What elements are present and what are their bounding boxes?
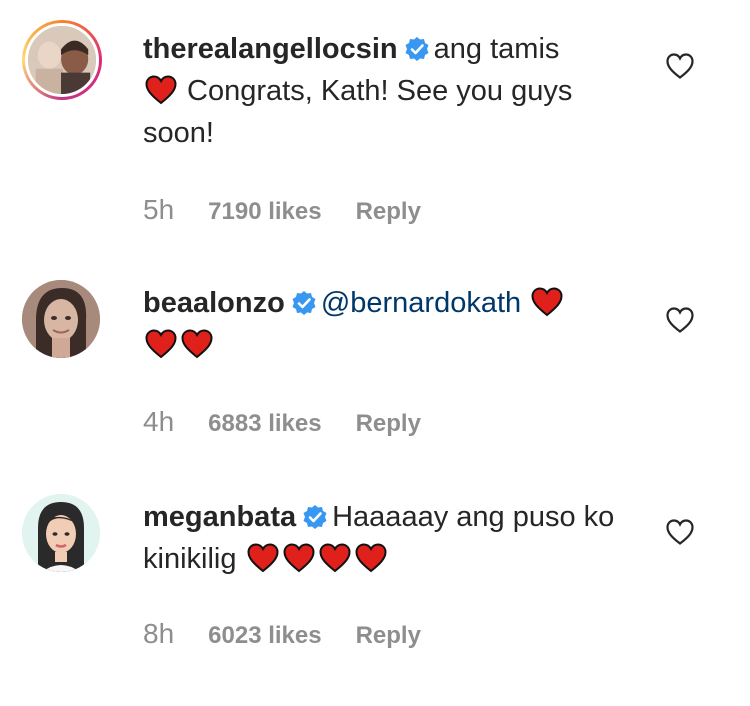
comment-age[interactable]: 8h — [143, 618, 174, 650]
comment-text: ang tamis — [433, 33, 560, 65]
reply-button[interactable]: Reply — [356, 410, 421, 438]
like-heart-icon[interactable] — [665, 52, 695, 80]
username[interactable]: therealangellocsin — [143, 33, 398, 65]
comment-body: beaalonzo @bernardokath — [143, 282, 623, 366]
heart-emoji-icon — [145, 329, 177, 359]
verified-badge-icon — [404, 36, 430, 62]
username[interactable]: meganbata — [143, 501, 296, 533]
heart-emoji-icon — [145, 75, 177, 105]
username[interactable]: beaalonzo — [143, 287, 285, 319]
avatar[interactable] — [22, 280, 100, 358]
reply-button[interactable]: Reply — [356, 622, 421, 650]
like-count[interactable]: 6023 likes — [208, 622, 321, 650]
comment-meta: 5h 7190 likes Reply — [143, 194, 421, 226]
verified-badge-icon — [302, 504, 328, 530]
heart-emoji-icon — [247, 543, 279, 573]
heart-emoji-icon — [319, 543, 351, 573]
reply-button[interactable]: Reply — [356, 198, 421, 226]
avatar[interactable] — [22, 494, 100, 572]
comment-text: Congrats, Kath! See you guys soon! — [143, 75, 573, 149]
comment-age[interactable]: 5h — [143, 194, 174, 226]
comments-list: therealangellocsin ang tamis Congrats, Ka… — [0, 0, 750, 706]
like-heart-icon[interactable] — [665, 518, 695, 546]
comment-body: therealangellocsin ang tamis Congrats, Ka… — [143, 28, 623, 154]
avatar-illustration — [22, 494, 100, 572]
heart-emoji-icon — [181, 329, 213, 359]
verified-badge-icon — [291, 290, 317, 316]
avatar-photo — [22, 280, 100, 358]
like-count[interactable]: 6883 likes — [208, 410, 321, 438]
avatar[interactable] — [22, 20, 102, 100]
heart-emoji-icon — [355, 543, 387, 573]
comment-meta: 8h 6023 likes Reply — [143, 618, 421, 650]
heart-emoji-icon — [283, 543, 315, 573]
like-heart-icon[interactable] — [665, 306, 695, 334]
comment-age[interactable]: 4h — [143, 406, 174, 438]
heart-emoji-icon — [531, 287, 563, 317]
comment-meta: 4h 6883 likes Reply — [143, 406, 421, 438]
mention-link[interactable]: @bernardokath — [321, 287, 521, 319]
avatar-photo — [28, 26, 96, 94]
comment-body: meganbata Haaaaay ang puso ko kinikilig — [143, 496, 623, 580]
like-count[interactable]: 7190 likes — [208, 198, 321, 226]
